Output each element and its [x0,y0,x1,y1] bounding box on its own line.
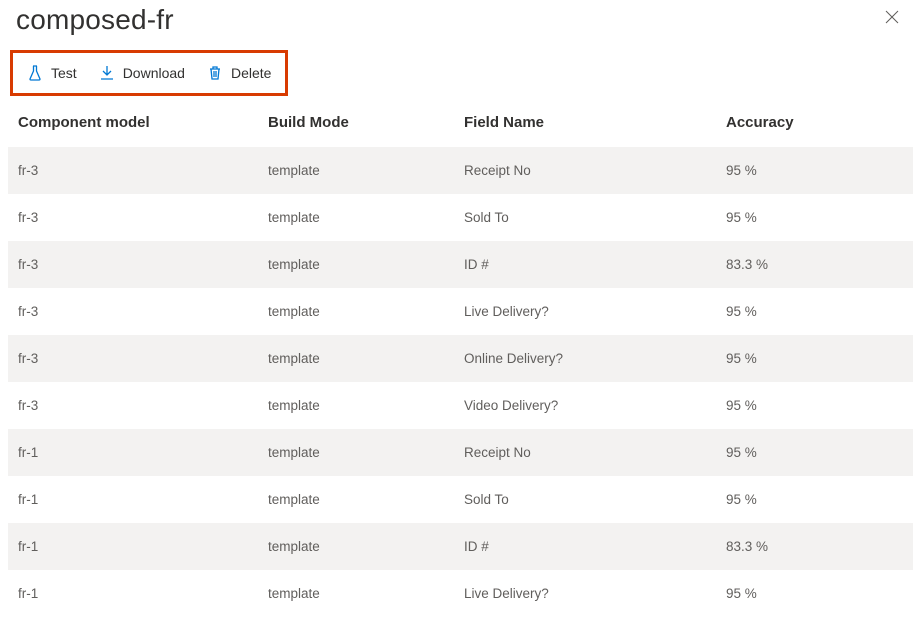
cell-accuracy: 83.3 % [716,241,913,288]
col-component-model[interactable]: Component model [8,98,258,147]
col-field-name[interactable]: Field Name [454,98,716,147]
table-row[interactable]: fr-3templateOnline Delivery?95 % [8,335,913,382]
close-icon [885,10,899,24]
delete-button[interactable]: Delete [207,65,271,81]
fields-table: Component model Build Mode Field Name Ac… [8,98,913,617]
cell-field-name: Sold To [454,194,716,241]
cell-component-model: fr-3 [8,288,258,335]
cell-accuracy: 95 % [716,382,913,429]
table-row[interactable]: fr-3templateReceipt No95 % [8,147,913,194]
cell-field-name: Receipt No [454,147,716,194]
cell-component-model: fr-3 [8,194,258,241]
cell-component-model: fr-1 [8,476,258,523]
flask-icon [27,65,43,81]
panel-header: composed-fr [0,0,921,36]
cell-component-model: fr-3 [8,335,258,382]
download-button[interactable]: Download [99,65,185,81]
cell-component-model: fr-1 [8,570,258,617]
table-row[interactable]: fr-1templateID #83.3 % [8,523,913,570]
col-build-mode[interactable]: Build Mode [258,98,454,147]
cell-build-mode: template [258,147,454,194]
table-row[interactable]: fr-1templateSold To95 % [8,476,913,523]
table-header-row: Component model Build Mode Field Name Ac… [8,98,913,147]
cell-build-mode: template [258,429,454,476]
cell-component-model: fr-1 [8,523,258,570]
cell-accuracy: 95 % [716,570,913,617]
cell-accuracy: 95 % [716,194,913,241]
table-row[interactable]: fr-3templateID #83.3 % [8,241,913,288]
cell-field-name: Receipt No [454,429,716,476]
cell-field-name: ID # [454,523,716,570]
table-scroll-area[interactable]: Component model Build Mode Field Name Ac… [8,98,913,634]
cell-build-mode: template [258,476,454,523]
cell-field-name: ID # [454,241,716,288]
cell-field-name: Online Delivery? [454,335,716,382]
toolbar-highlight: Test Download Delete [10,50,288,96]
delete-button-label: Delete [231,65,271,81]
cell-build-mode: template [258,194,454,241]
col-accuracy[interactable]: Accuracy [716,98,913,147]
table-row[interactable]: fr-3templateLive Delivery?95 % [8,288,913,335]
cell-build-mode: template [258,335,454,382]
table-row[interactable]: fr-3templateSold To95 % [8,194,913,241]
cell-accuracy: 95 % [716,476,913,523]
test-button[interactable]: Test [27,65,77,81]
cell-build-mode: template [258,382,454,429]
table-row[interactable]: fr-3templateVideo Delivery?95 % [8,382,913,429]
cell-component-model: fr-3 [8,241,258,288]
table-row[interactable]: fr-1templateLive Delivery?95 % [8,570,913,617]
cell-field-name: Sold To [454,476,716,523]
trash-icon [207,65,223,81]
close-button[interactable] [881,4,903,32]
cell-accuracy: 95 % [716,288,913,335]
cell-accuracy: 95 % [716,335,913,382]
download-icon [99,65,115,81]
cell-field-name: Live Delivery? [454,570,716,617]
table-row[interactable]: fr-1templateReceipt No95 % [8,429,913,476]
cell-build-mode: template [258,241,454,288]
download-button-label: Download [123,65,185,81]
cell-component-model: fr-3 [8,147,258,194]
cell-component-model: fr-3 [8,382,258,429]
cell-field-name: Live Delivery? [454,288,716,335]
cell-build-mode: template [258,288,454,335]
cell-accuracy: 83.3 % [716,523,913,570]
test-button-label: Test [51,65,77,81]
cell-accuracy: 95 % [716,429,913,476]
cell-accuracy: 95 % [716,147,913,194]
cell-build-mode: template [258,570,454,617]
page-title: composed-fr [16,4,174,36]
cell-field-name: Video Delivery? [454,382,716,429]
cell-build-mode: template [258,523,454,570]
cell-component-model: fr-1 [8,429,258,476]
